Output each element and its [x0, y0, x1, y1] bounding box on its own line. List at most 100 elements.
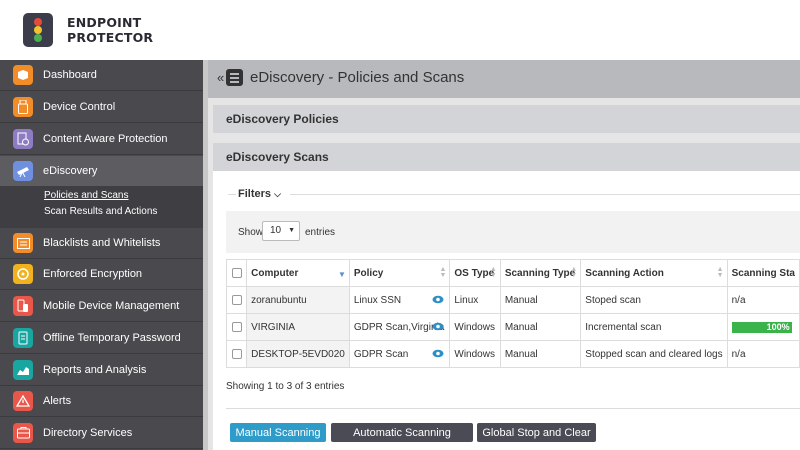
top-bar: ENDPOINT PROTECTOR	[0, 0, 800, 60]
column-label: Scanning Action	[585, 267, 664, 279]
table-row[interactable]: DESKTOP-5EVD020 GDPR Scan Windows Manual…	[225, 340, 800, 368]
sidebar-item-content-aware-protection[interactable]: Content Aware Protection	[0, 124, 203, 155]
column-header-scanning-status[interactable]: Scanning Sta	[726, 259, 800, 287]
sidebar-item-label: eDiscovery	[43, 165, 98, 177]
cell-scanning-type: Manual	[499, 286, 582, 314]
document-shield-icon	[13, 129, 33, 149]
entries-value: 10	[270, 225, 282, 236]
eye-icon[interactable]	[432, 295, 444, 304]
column-label: OS Type	[454, 267, 495, 279]
warning-icon	[13, 391, 33, 411]
double-chevron-left-icon[interactable]: «	[217, 70, 224, 85]
cell-scanning-action: Stoped scan	[580, 286, 728, 314]
eye-icon[interactable]	[432, 322, 444, 331]
sidebar-item-label: Content Aware Protection	[43, 133, 168, 145]
show-label: Show	[238, 227, 264, 238]
column-label: Scanning Sta	[731, 267, 795, 279]
filters-toggle[interactable]: Filters ⌵	[238, 188, 281, 200]
sidebar-item-enforced-encryption[interactable]: Enforced Encryption	[0, 259, 203, 290]
ediscovery-submenu: Policies and Scans Scan Results and Acti…	[0, 186, 203, 228]
column-label: Scanning Type	[504, 267, 576, 279]
sidebar-item-label: Offline Temporary Password	[43, 332, 181, 344]
sort-icon: ▲ ▼	[489, 266, 497, 279]
sidebar-item-alerts[interactable]: Alerts	[0, 386, 203, 417]
sidebar-item-label: Device Control	[43, 101, 116, 113]
panel-title: eDiscovery Scans	[226, 150, 329, 164]
sidebar-item-label: Dashboard	[43, 69, 97, 81]
sidebar-item-directory-services[interactable]: Directory Services	[0, 418, 203, 449]
row-checkbox[interactable]	[231, 348, 242, 359]
select-all-cell	[225, 259, 248, 287]
policy-name: GDPR Scan,Virginia	[353, 321, 445, 333]
cell-scanning-type: Manual	[499, 340, 582, 368]
sidebar-item-reports-and-analysis[interactable]: Reports and Analysis	[0, 355, 203, 386]
brand-name[interactable]: ENDPOINT PROTECTOR	[67, 15, 153, 45]
scan-progress-text: 100%	[766, 321, 790, 332]
cell-scanning-action: Incremental scan	[580, 313, 728, 341]
row-checkbox[interactable]	[231, 294, 242, 305]
automatic-scanning-button[interactable]: Automatic Scanning	[331, 423, 473, 442]
column-header-policy[interactable]: Policy ▲ ▼	[348, 259, 451, 287]
scans-table: Computer ▼ Policy ▲ ▼ OS Type ▲ ▼ Scanning Ty…	[225, 259, 800, 368]
menu-icon[interactable]	[226, 69, 243, 86]
ediscovery-scans-panel[interactable]: eDiscovery Scans	[213, 143, 800, 171]
row-select-cell	[225, 286, 248, 314]
submenu-item-policies-and-scans[interactable]: Policies and Scans	[44, 190, 129, 201]
table-row[interactable]: VIRGINIA GDPR Scan,Virginia Windows Manu…	[225, 313, 800, 341]
logo-yellow-light	[34, 26, 42, 34]
sidebar-item-blacklists-and-whitelists[interactable]: Blacklists and Whitelists	[0, 228, 203, 259]
manual-scanning-button[interactable]: Manual Scanning	[230, 423, 326, 442]
table-info-text: Showing 1 to 3 of 3 entries	[226, 381, 345, 392]
dashboard-icon	[13, 65, 33, 85]
eye-icon[interactable]	[432, 349, 444, 358]
chevron-down-icon: ⌵	[274, 189, 281, 199]
sort-icon: ▲ ▼	[439, 266, 447, 279]
entries-label: entries	[305, 227, 336, 238]
page-header: « eDiscovery - Policies and Scans	[208, 60, 800, 98]
cell-computer: zoranubuntu	[246, 286, 350, 314]
sidebar-item-mobile-device-management[interactable]: Mobile Device Management	[0, 291, 203, 322]
cell-scanning-status: n/a	[726, 340, 800, 368]
column-header-scanning-type[interactable]: Scanning Type ▲ ▼	[499, 259, 582, 287]
chart-icon	[13, 360, 33, 380]
cell-computer: DESKTOP-5EVD020	[246, 340, 350, 368]
sort-icon: ▲ ▼	[570, 266, 578, 279]
global-stop-and-clear-button[interactable]: Global Stop and Clear	[477, 423, 596, 442]
brand-line-2: PROTECTOR	[67, 30, 154, 45]
select-all-checkbox[interactable]	[231, 267, 242, 278]
column-header-computer[interactable]: Computer ▼	[246, 259, 350, 287]
table-row[interactable]: zoranubuntu Linux SSN Linux Manual Stope…	[225, 286, 800, 314]
sidebar-item-label: Reports and Analysis	[43, 364, 147, 376]
cell-scanning-type: Manual	[499, 313, 582, 341]
divider	[226, 408, 800, 409]
row-checkbox[interactable]	[231, 321, 242, 332]
filters-divider	[290, 194, 800, 195]
lock-icon	[13, 264, 33, 284]
filters-divider	[228, 194, 236, 195]
brand-line-1: ENDPOINT	[67, 15, 142, 30]
cell-scanning-action: Stopped scan and cleared logs	[580, 340, 728, 368]
sidebar-item-label: Directory Services	[43, 427, 133, 439]
page-title: eDiscovery - Policies and Scans	[250, 69, 465, 86]
entries-select[interactable]: 10 ▼	[262, 221, 300, 241]
column-header-os-type[interactable]: OS Type ▲ ▼	[449, 259, 501, 287]
cell-os-type: Windows	[449, 340, 501, 368]
cell-os-type: Linux	[449, 286, 501, 314]
sidebar-item-device-control[interactable]: Device Control	[0, 92, 203, 123]
sidebar-item-label: Enforced Encryption	[43, 268, 143, 280]
table-header-row: Computer ▼ Policy ▲ ▼ OS Type ▲ ▼ Scanning Ty…	[225, 259, 800, 287]
sidebar-item-dashboard[interactable]: Dashboard	[0, 60, 203, 91]
sidebar-item-ediscovery[interactable]: eDiscovery	[0, 156, 203, 187]
sidebar-item-offline-temporary-password[interactable]: Offline Temporary Password	[0, 323, 203, 354]
column-header-scanning-action[interactable]: Scanning Action ▲ ▼	[580, 259, 728, 287]
cell-os-type: Windows	[449, 313, 501, 341]
ediscovery-policies-panel[interactable]: eDiscovery Policies	[213, 105, 800, 133]
sidebar-item-label: Alerts	[43, 395, 72, 407]
sort-descending-icon: ▼	[337, 270, 346, 279]
clock-icon	[13, 328, 33, 348]
policy-name: Linux SSN	[353, 294, 402, 306]
traffic-light-logo-icon[interactable]	[23, 13, 53, 47]
caret-down-icon: ▼	[288, 227, 295, 234]
submenu-item-scan-results-and-actions[interactable]: Scan Results and Actions	[44, 206, 157, 217]
cell-policy: Linux SSN	[348, 286, 451, 314]
